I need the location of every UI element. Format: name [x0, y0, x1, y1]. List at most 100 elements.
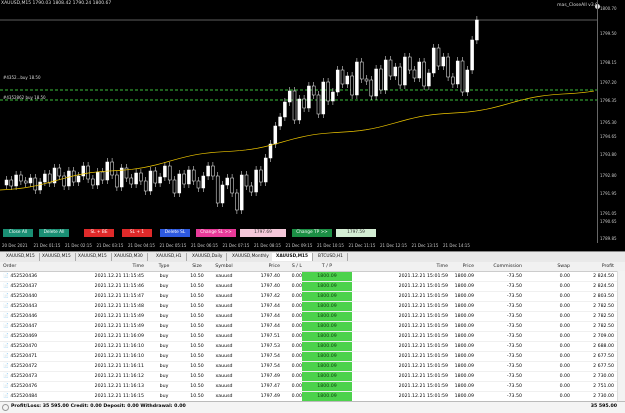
table-cell: buy	[159, 304, 169, 309]
table-cell: 2021.12.21 15:01:59	[398, 334, 448, 339]
table-cell: 2021.12.21 11:15:48	[94, 304, 144, 309]
table-row[interactable]: 📄 452520446 2021.12.21 11:15:49 buy 10.50 xa…	[0, 312, 625, 322]
time-label: 21 Dec 12:15	[380, 243, 407, 248]
table-cell: 📄 452520472	[3, 364, 38, 369]
table-row[interactable]: 📄 452520447 2021.12.21 11:15:49 buy 10.50 xa…	[0, 322, 625, 332]
column-header[interactable]: Order	[3, 262, 47, 271]
table-cell: 10.50	[190, 334, 204, 339]
table-cell: 0.00	[291, 344, 302, 349]
candle-body	[95, 171, 100, 186]
column-header[interactable]: Time	[352, 262, 448, 271]
column-header[interactable]: Symbol	[210, 262, 238, 271]
table-row[interactable]: 📄 452520473 2021.12.21 11:16:12 buy 10.50 xa…	[0, 372, 625, 382]
table-scrollbar[interactable]	[617, 271, 625, 401]
candle-body	[422, 61, 426, 87]
ea-button[interactable]: 1797.69	[240, 229, 286, 237]
table-row[interactable]: 📄 452520476 2021.12.21 11:16:13 buy 10.50 xa…	[0, 382, 625, 392]
candle-body	[340, 69, 345, 85]
column-header[interactable]: Swap	[522, 262, 570, 271]
table-row[interactable]: 📄 452520443 2021.12.21 11:15:48 buy 10.50 xa…	[0, 302, 625, 312]
candle-body	[287, 90, 292, 103]
table-row[interactable]: 📄 452520436 2021.12.21 11:15:45 buy 10.50 xa…	[0, 272, 625, 282]
column-header[interactable]: S / L	[280, 262, 302, 271]
ea-button[interactable]: Delete SL	[160, 229, 190, 237]
candle-body	[451, 76, 455, 85]
tab[interactable]: XAUUSD,M15	[2, 253, 40, 261]
table-cell: 2021.12.21 15:01:59	[398, 384, 448, 389]
ea-button[interactable]: 1797.59	[336, 229, 376, 237]
column-header[interactable]: Price	[448, 262, 474, 271]
table-row[interactable]: 📄 452520470 2021.12.21 11:16:10 buy 10.50 xa…	[0, 342, 625, 352]
candle-body	[393, 66, 398, 77]
table-cell: 1800.09	[302, 382, 352, 391]
ea-button[interactable]: SL + 1	[122, 229, 152, 237]
column-header[interactable]: Price	[238, 262, 280, 271]
price-label: 1792.80	[600, 173, 617, 179]
tab[interactable]: XAUUSD,Monthly	[228, 253, 274, 261]
price-label: 1797.20	[600, 80, 617, 86]
tab[interactable]: XAUUSD,M15	[74, 253, 112, 261]
table-cell: 2021.12.21 15:01:59	[398, 354, 448, 359]
candle-body	[335, 69, 340, 93]
tab[interactable]: XAUUSD,M30	[110, 253, 148, 261]
candle-body	[167, 165, 172, 181]
candle-body	[331, 91, 335, 102]
candle-body	[273, 125, 278, 145]
table-row[interactable]: 📄 452520471 2021.12.21 11:16:10 buy 10.50 xa…	[0, 352, 625, 362]
table-cell: 0.00	[559, 304, 570, 309]
table-cell: 10.50	[190, 284, 204, 289]
ea-button[interactable]: Delete All	[39, 229, 69, 237]
candle-body	[244, 174, 249, 187]
candle-body	[119, 167, 124, 188]
candle-body	[316, 94, 321, 115]
tab[interactable]: XAUUSD,Daily	[188, 253, 228, 261]
candle-body	[38, 181, 42, 191]
table-row[interactable]: 📄 452520472 2021.12.21 11:16:11 buy 10.50 xa…	[0, 362, 625, 372]
column-header[interactable]: Profit	[570, 262, 614, 271]
table-cell: 1800.09	[302, 312, 352, 321]
tab[interactable]: XAUUSD,M15	[272, 253, 314, 261]
table-cell: 0.00	[559, 294, 570, 299]
table-cell: buy	[159, 394, 169, 399]
table-row[interactable]: 📄 452520440 2021.12.21 11:15:47 buy 10.50 xa…	[0, 292, 625, 302]
candle-body	[23, 180, 28, 184]
ea-button[interactable]: Change SL >>	[196, 229, 236, 237]
table-cell: 2021.12.21 11:15:49	[94, 314, 144, 319]
table-cell: 2 688.00	[593, 344, 614, 349]
tab[interactable]: BTCUSD,H1	[314, 253, 348, 261]
column-header[interactable]: Type	[144, 262, 184, 271]
time-label: 21 Dec 11:15	[348, 243, 376, 248]
table-cell: 2 782.50	[593, 304, 614, 309]
candle-body	[191, 169, 196, 182]
candle-body	[143, 180, 148, 192]
candle-body	[43, 173, 47, 183]
candle-body	[259, 169, 263, 183]
table-row[interactable]: 📄 452520437 2021.12.21 11:15:46 buy 10.50 xa…	[0, 282, 625, 292]
table-cell: 2021.12.21 11:15:47	[94, 294, 144, 299]
table-cell: 2 803.50	[593, 294, 614, 299]
column-header[interactable]: Time	[48, 262, 144, 271]
column-header[interactable]: Commission	[474, 262, 522, 271]
table-cell: 1800.09	[302, 392, 352, 401]
table-cell: 1797.53	[260, 344, 280, 349]
table-cell: xauusd	[215, 304, 233, 309]
candle-body	[383, 59, 388, 91]
table-cell: 1800.09	[454, 384, 474, 389]
table-cell: 0.00	[291, 384, 302, 389]
tab[interactable]: XAUUSD,H1	[152, 253, 187, 261]
ea-button[interactable]: Change TP >>	[292, 229, 332, 237]
price-chart-window[interactable]: XAUUSD,M15 1790.03 1808.42 1790.24 1800.…	[0, 0, 625, 251]
table-cell: -73.50	[506, 374, 522, 379]
tab[interactable]: XAUUSD,M15	[38, 253, 76, 261]
candle-body	[398, 66, 402, 86]
candle-body	[446, 56, 450, 78]
table-cell: xauusd	[215, 364, 233, 369]
table-row[interactable]: 📄 452520469 2021.12.21 11:16:09 buy 10.50 xa…	[0, 332, 625, 342]
column-header[interactable]: T / P	[302, 262, 352, 271]
column-header[interactable]: Size	[184, 262, 210, 271]
candle-body	[427, 72, 431, 87]
table-cell: 2 782.50	[593, 324, 614, 329]
ea-button[interactable]: Close All	[3, 229, 33, 237]
ea-button[interactable]: SL + BE	[84, 229, 114, 237]
table-cell: 2021.12.21 15:01:59	[398, 314, 448, 319]
